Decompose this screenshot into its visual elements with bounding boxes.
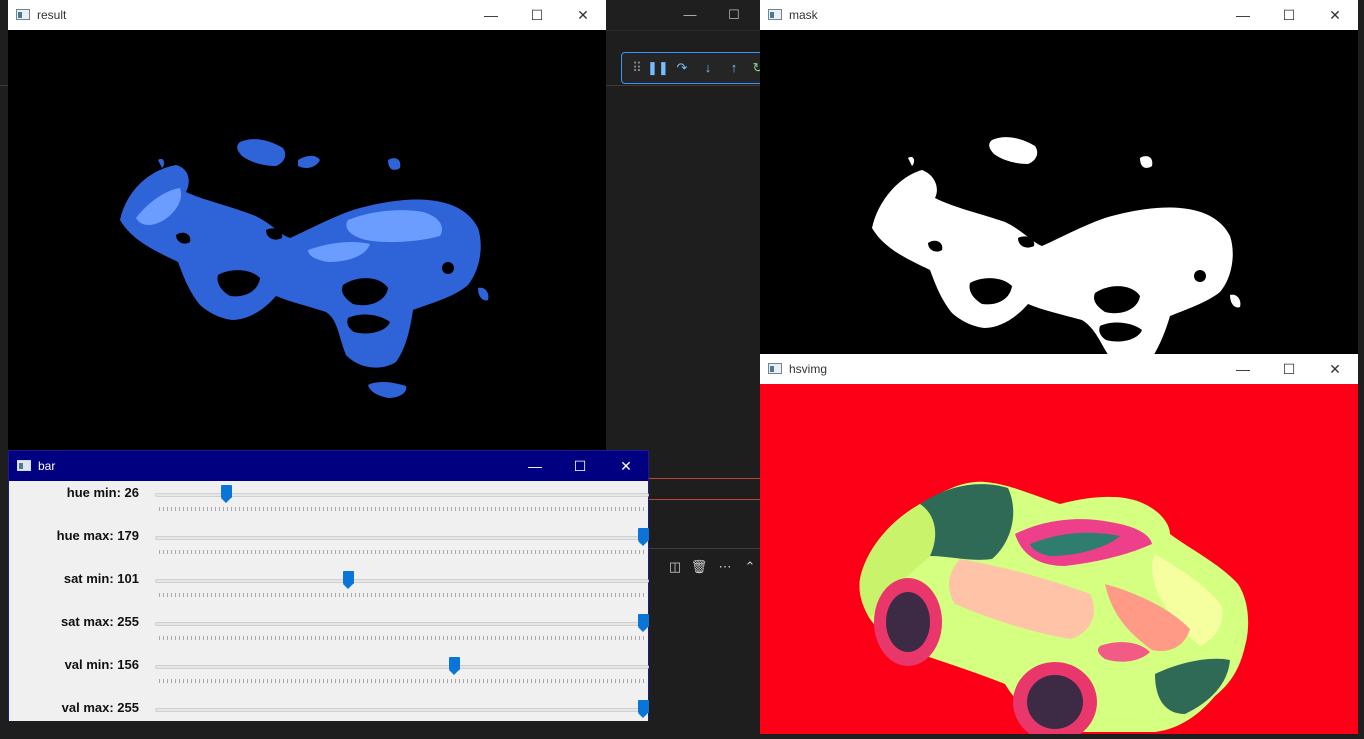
close-button[interactable]: ✕ [560, 0, 606, 30]
mask-titlebar: mask — ☐ ✕ [760, 0, 1358, 30]
close-button[interactable]: ✕ [1312, 354, 1358, 384]
maximize-button[interactable]: ☐ [1266, 0, 1312, 30]
slider-thumb[interactable] [638, 614, 649, 632]
minimize-button[interactable]: — [468, 0, 514, 30]
maximize-button[interactable]: ☐ [1266, 354, 1312, 384]
editor-red-line-1 [648, 478, 764, 479]
mask-image [760, 30, 1358, 360]
window-title: hsvimg [789, 362, 828, 376]
slider-track[interactable] [155, 536, 649, 540]
panel-divider [648, 548, 764, 549]
trackbar-panel: hue min: 26 hue max: 179 sat min: 101 sa… [9, 481, 649, 721]
slider-track[interactable] [155, 579, 649, 583]
editor-divider [604, 85, 764, 86]
panel-toolbar: ⌄ ◫ 🗑 ⋯ ⌃ [640, 556, 764, 578]
slider-thumb[interactable] [220, 485, 232, 503]
slider-row: sat min: 101 [9, 567, 649, 610]
bar-titlebar: bar — ☐ ✕ [9, 451, 648, 481]
step-over-icon[interactable]: ↷ [673, 59, 691, 77]
maximize-button[interactable]: ☐ [557, 451, 603, 481]
close-button[interactable]: ✕ [1312, 0, 1358, 30]
slider-ticks [159, 550, 645, 554]
mask-window: mask — ☐ ✕ [760, 0, 1358, 360]
result-image [8, 30, 606, 452]
slider-row: hue min: 26 [9, 481, 649, 524]
slider-ticks [159, 636, 645, 640]
slider-ticks [159, 593, 645, 597]
trash-icon[interactable]: 🗑 [689, 556, 709, 578]
slider-row: hue max: 179 [9, 524, 649, 567]
slider-thumb[interactable] [448, 657, 460, 675]
minimize-button[interactable]: — [1220, 0, 1266, 30]
close-button[interactable]: ✕ [603, 451, 649, 481]
slider-label: hue min: 26 [66, 485, 139, 500]
slider-track[interactable] [155, 622, 649, 626]
minimize-button[interactable]: — [512, 451, 558, 481]
window-icon [17, 460, 31, 471]
slider-thumb[interactable] [638, 528, 649, 546]
slider-label: val min: 156 [64, 657, 139, 672]
split-icon[interactable]: ◫ [665, 556, 685, 578]
grip-icon[interactable]: ⠿ [628, 59, 646, 77]
slider-label: sat min: 101 [63, 571, 139, 586]
window-icon [16, 9, 30, 20]
hsvimg-window: hsvimg — ☐ ✕ [760, 354, 1358, 734]
slider-ticks [159, 507, 645, 511]
slider-row: sat max: 255 [9, 610, 649, 653]
editor-red-line-2 [648, 499, 764, 500]
editor-minimize-button[interactable]: — [680, 6, 700, 24]
step-out-icon[interactable]: ↑ [725, 59, 743, 77]
slider-label: val max: 255 [61, 700, 139, 715]
editor-maximize-button[interactable]: ☐ [724, 6, 744, 24]
pause-icon[interactable]: ❚❚ [647, 59, 669, 77]
maximize-button[interactable]: ☐ [514, 0, 560, 30]
slider-row: val min: 156 [9, 653, 649, 696]
window-title: result [37, 8, 67, 22]
slider-ticks [159, 679, 645, 683]
minimize-button[interactable]: — [1220, 354, 1266, 384]
editor-divider-left [0, 85, 8, 86]
window-icon [768, 9, 782, 20]
slider-thumb[interactable] [343, 571, 355, 589]
slider-row: val max: 255 [9, 696, 649, 739]
slider-label: sat max: 255 [60, 614, 139, 629]
hsvimg-titlebar: hsvimg — ☐ ✕ [760, 354, 1358, 384]
slider-track[interactable] [155, 708, 649, 712]
more-icon[interactable]: ⋯ [715, 556, 735, 578]
chevron-up-icon[interactable]: ⌃ [740, 556, 760, 578]
hsv-image [760, 384, 1358, 734]
editor-titlebar: — ☐ [604, 0, 764, 31]
debug-toolbar: ⠿ ❚❚ ↷ ↓ ↑ ↻ [621, 52, 771, 84]
result-titlebar: result — ☐ ✕ [8, 0, 606, 30]
slider-thumb[interactable] [638, 700, 649, 718]
window-icon [768, 363, 782, 374]
slider-track[interactable] [155, 665, 649, 669]
step-into-icon[interactable]: ↓ [699, 59, 717, 77]
window-title: bar [38, 459, 56, 473]
slider-label: hue max: 179 [56, 528, 139, 543]
bar-window: bar — ☐ ✕ hue min: 26 hue max: 179 sat m… [8, 450, 649, 721]
window-title: mask [789, 8, 818, 22]
result-window: result — ☐ ✕ [8, 0, 606, 452]
